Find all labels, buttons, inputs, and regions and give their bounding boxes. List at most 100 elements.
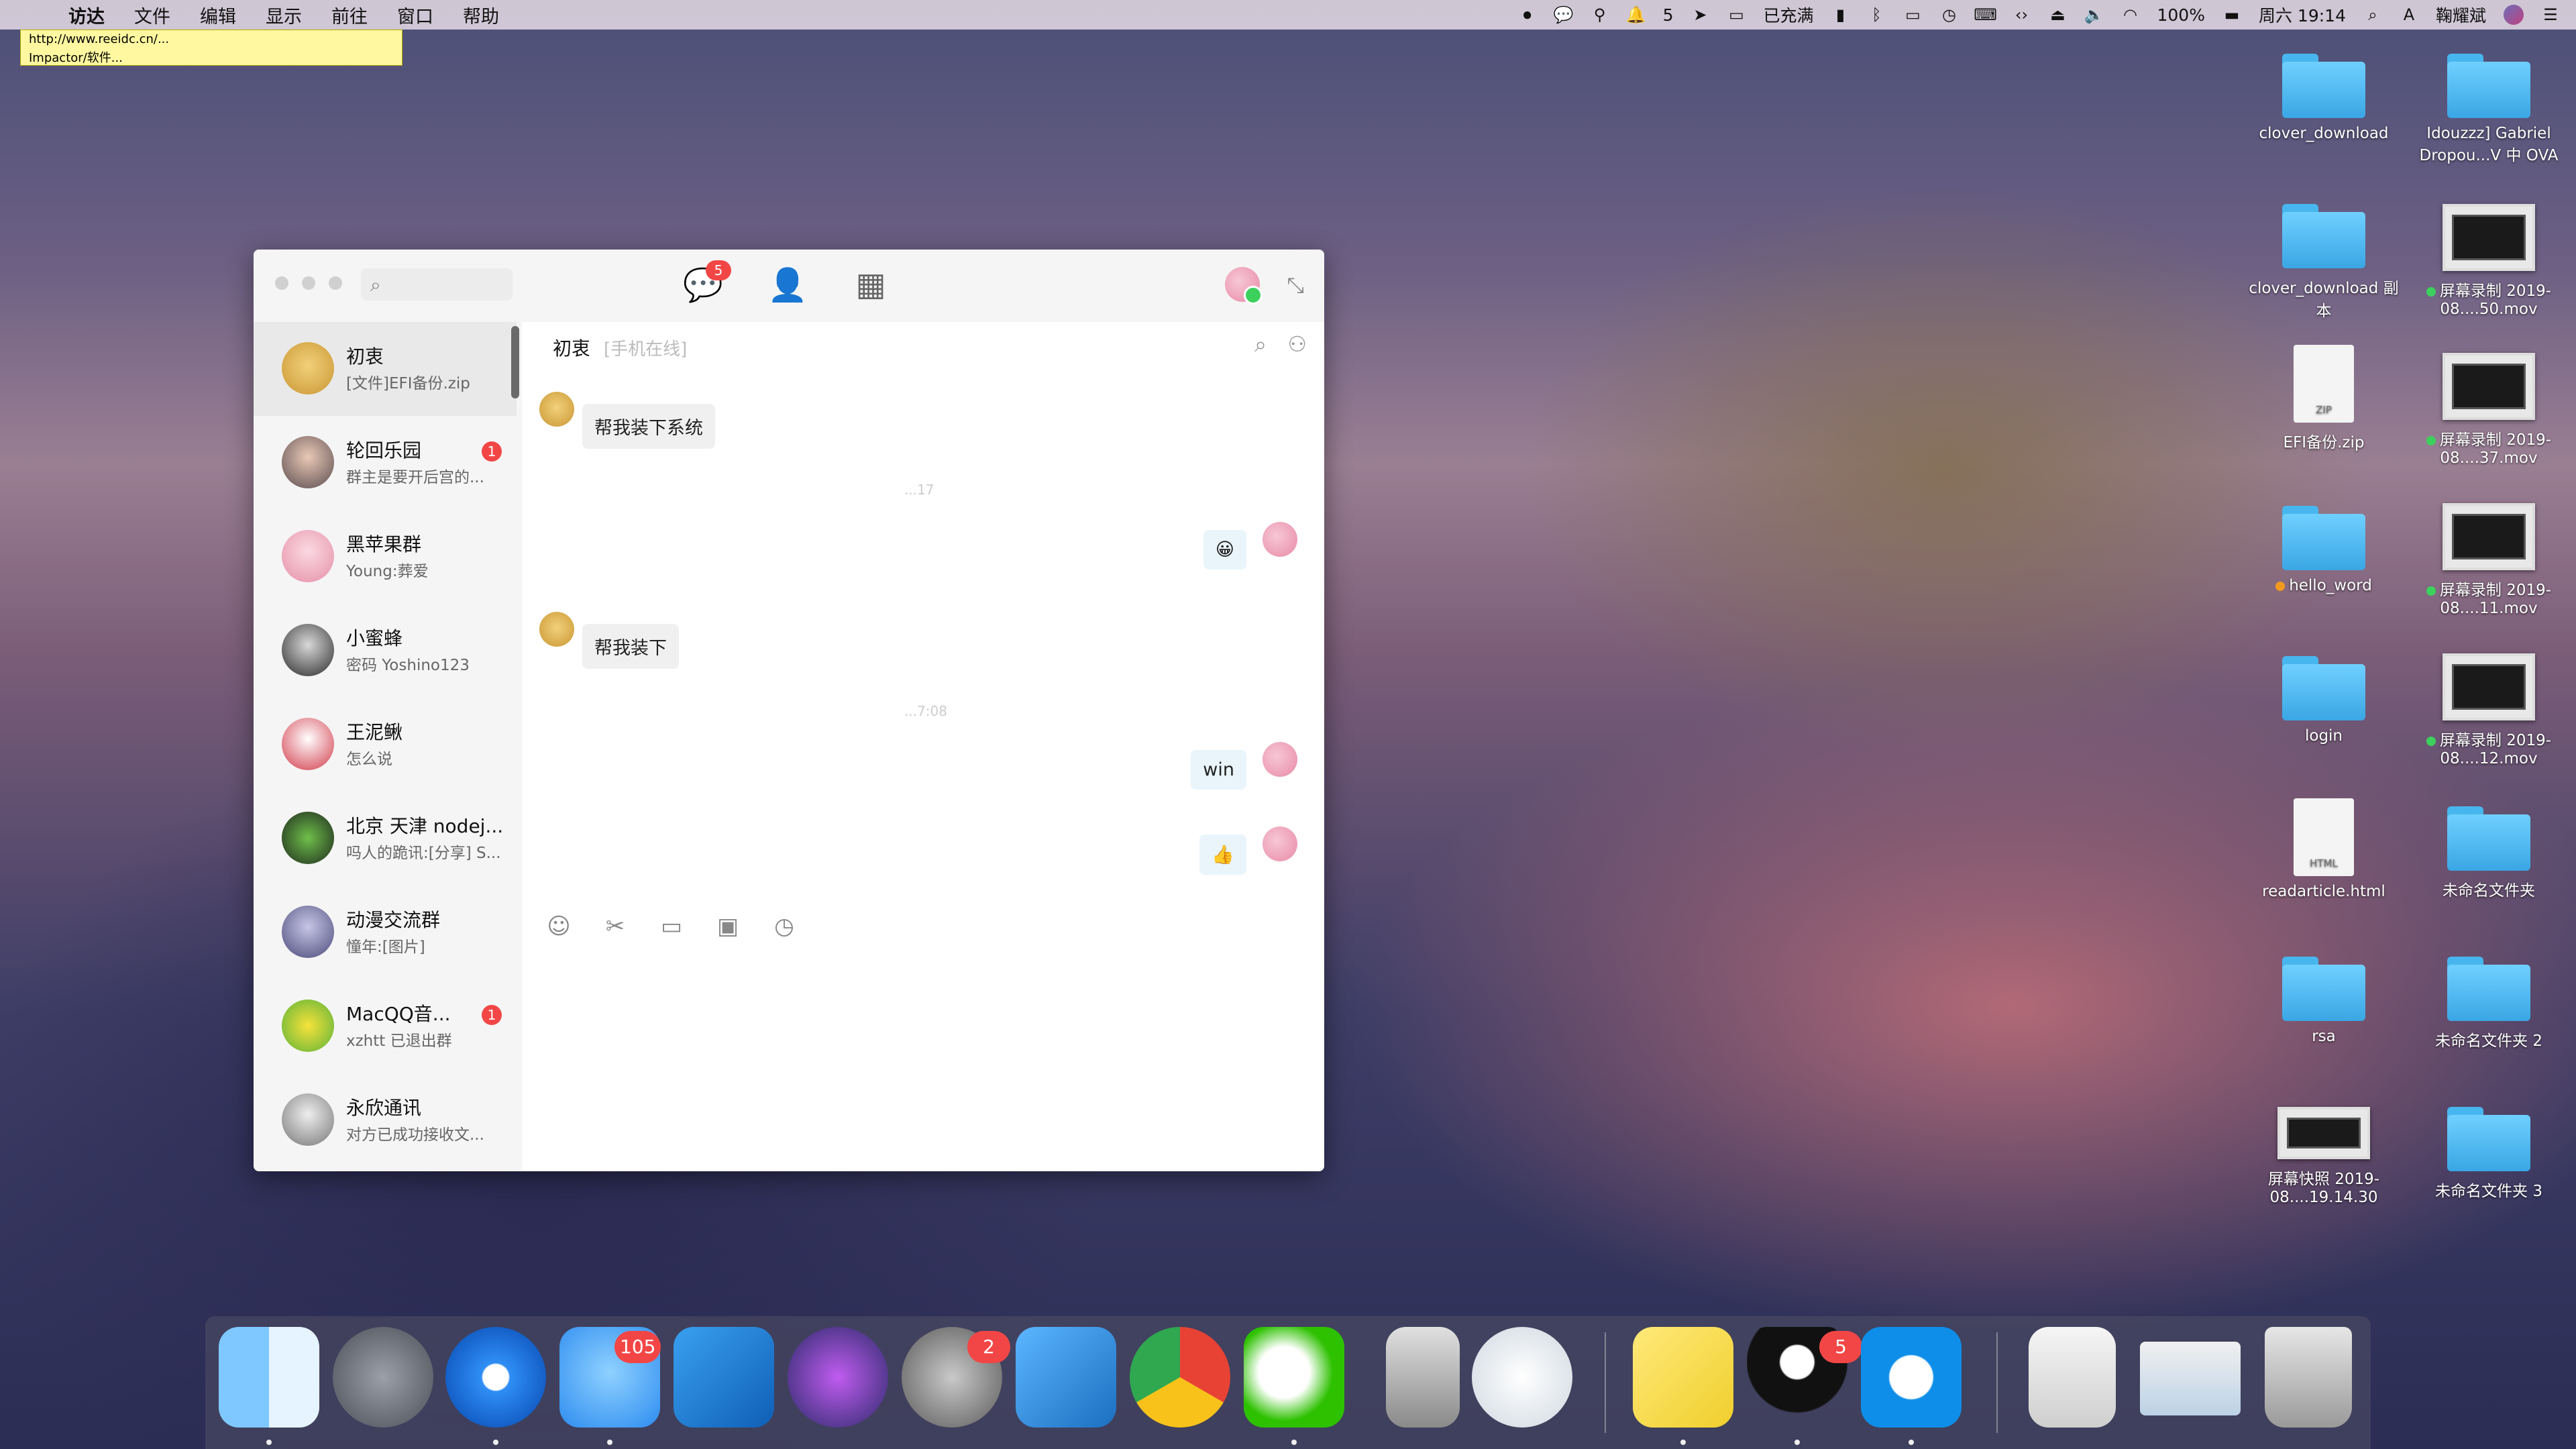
tab-messages[interactable]: 💬 5 (683, 260, 731, 305)
usb-icon[interactable]: ⚲ (1591, 5, 1609, 24)
chat-list-item[interactable]: 王泥鳅 怎么说 (254, 698, 517, 792)
current-user[interactable]: 鞠耀斌 (2436, 3, 2486, 27)
battery-mini-icon[interactable]: ▭ (1727, 5, 1746, 24)
menu-edit[interactable]: 编辑 (200, 2, 236, 28)
safari-icon[interactable] (445, 1327, 546, 1428)
chat-list-item[interactable]: 动漫交流群 憧年:[图片] (254, 885, 517, 979)
utility-app-icon[interactable] (1386, 1327, 1460, 1428)
qq-status-icon[interactable]: 🔔 (1626, 5, 1646, 24)
chat-list-item[interactable]: 永欣通讯 对方已成功接收文... (254, 1073, 517, 1167)
emoji-icon[interactable]: ☺ (545, 912, 573, 941)
clock[interactable]: 周六 19:14 (2259, 3, 2346, 27)
teamviewer-icon[interactable] (1861, 1327, 1962, 1428)
desktop-folder[interactable]: login (2243, 656, 2404, 745)
close-window-button[interactable] (275, 276, 288, 290)
vscode-icon[interactable] (674, 1327, 774, 1428)
desktop-movie[interactable]: 屏幕录制 2019-08....11.mov (2408, 503, 2569, 617)
trash-icon[interactable] (2265, 1327, 2352, 1428)
finder-icon[interactable] (219, 1327, 319, 1428)
apple-menu-icon[interactable] (25, 5, 46, 25)
chat-list-item[interactable]: 轮回乐园 群主是要开后宫的... 1 (254, 416, 517, 510)
airplay-icon[interactable]: ▭ (1904, 5, 1923, 24)
desktop-zip[interactable]: ZIP EFI备份.zip (2243, 345, 2404, 452)
chat-preview: 吗人的跪讯:[分享] S... (346, 845, 500, 862)
menu-window[interactable]: 窗口 (397, 2, 433, 28)
menu-finder[interactable]: 访达 (68, 2, 105, 28)
menu-help[interactable]: 帮助 (463, 2, 499, 28)
input-source-icon[interactable]: A (2400, 5, 2418, 24)
code-icon[interactable]: ‹› (2012, 5, 2031, 24)
my-avatar-small[interactable] (1263, 826, 1297, 861)
preview-window-icon[interactable] (2140, 1342, 2241, 1415)
docx-file-icon[interactable] (2029, 1327, 2116, 1428)
outgoing-message[interactable]: 👍 (1199, 835, 1246, 875)
my-avatar-small[interactable] (1263, 742, 1297, 777)
notification-center-icon[interactable]: ☰ (2541, 5, 2560, 24)
battery-icon[interactable]: ▬ (2222, 5, 2241, 24)
outgoing-message[interactable]: 😀 (1203, 530, 1246, 570)
avatar (282, 1000, 334, 1052)
contact-avatar[interactable] (539, 392, 574, 427)
desktop-folder[interactable]: hello_word (2243, 506, 2404, 594)
menu-view[interactable]: 显示 (266, 2, 302, 28)
wechat-icon[interactable] (1244, 1327, 1344, 1428)
desktop-folder[interactable]: 未命名文件夹 3 (2408, 1107, 2569, 1201)
time-machine-icon[interactable]: ◷ (1940, 5, 1959, 24)
tab-contacts[interactable]: 👤 (767, 264, 808, 305)
add-member-icon[interactable]: ⚇ (1287, 331, 1307, 357)
chat-history-icon[interactable]: ⌕ (1254, 331, 1267, 358)
incoming-message[interactable]: 帮我装下 (582, 624, 679, 669)
chrome-icon[interactable] (1130, 1327, 1230, 1428)
eject-icon[interactable]: ⏏ (2049, 5, 2068, 24)
monitor-icon[interactable]: ▮ (1831, 5, 1850, 24)
migration-assistant-icon[interactable] (1016, 1327, 1116, 1428)
my-avatar-small[interactable] (1263, 522, 1297, 557)
desktop-movie[interactable]: 屏幕录制 2019-08....50.mov (2408, 204, 2569, 318)
chat-list-scrollbar[interactable] (511, 326, 519, 398)
zoom-window-button[interactable] (329, 276, 342, 290)
desktop-folder[interactable]: clover_download 副本 (2243, 204, 2404, 321)
desktop-screenshot[interactable]: 屏幕快照 2019-08....19.14.30 (2243, 1107, 2404, 1206)
desktop-folder[interactable]: 未命名文件夹 2 (2408, 957, 2569, 1051)
desktop-folder[interactable]: rsa (2243, 957, 2404, 1045)
search-input[interactable]: ⌕ (361, 268, 513, 301)
tab-apps[interactable]: ▦ (851, 264, 891, 305)
bluetooth-icon[interactable]: ᛒ (1868, 5, 1886, 24)
wechat-status-icon[interactable]: 💬 (1554, 5, 1574, 24)
menu-go[interactable]: 前往 (331, 2, 368, 28)
desktop-movie[interactable]: 屏幕录制 2019-08....37.mov (2408, 353, 2569, 467)
contact-avatar[interactable] (539, 612, 574, 647)
desktop-html[interactable]: HTML readarticle.html (2243, 798, 2404, 900)
image-icon[interactable]: ▣ (714, 912, 742, 941)
chat-list-item[interactable]: 初衷 [文件]EFI备份.zip (254, 322, 517, 416)
send-file-icon[interactable]: ▭ (657, 912, 686, 941)
status-badge-count: 5 (1662, 5, 1674, 25)
desktop-movie[interactable]: 屏幕录制 2019-08....12.mov (2408, 653, 2569, 767)
spotlight-icon[interactable]: ⌕ (2363, 5, 2382, 24)
minimize-window-button[interactable] (302, 276, 315, 290)
send-icon[interactable]: ➤ (1690, 5, 1709, 24)
chat-list-item[interactable]: 北京 天津 nodej... 吗人的跪讯:[分享] S... (254, 792, 517, 885)
incoming-message[interactable]: 帮我装下系统 (582, 404, 715, 449)
outgoing-message[interactable]: win (1191, 750, 1246, 790)
keyboard-icon[interactable]: ⌨ (1974, 5, 1997, 24)
launchpad-icon[interactable] (333, 1327, 433, 1428)
wifi-icon[interactable]: ◠ (2121, 5, 2140, 24)
my-avatar[interactable] (1225, 267, 1263, 305)
chat-list-item[interactable]: MacQQ音... xzhtt 已退出群 1 (254, 979, 517, 1073)
desktop-folder[interactable]: Idouzzz] Gabriel Dropou...V 中 OVA (2408, 54, 2569, 165)
record-icon[interactable]: ⏺ (1518, 5, 1537, 24)
siri-dock-icon[interactable] (788, 1327, 888, 1428)
stickies-icon[interactable] (1633, 1327, 1733, 1428)
shrink-window-icon[interactable]: ⤡ (1287, 272, 1304, 299)
siri-icon[interactable] (2504, 5, 2524, 25)
desktop-folder[interactable]: clover_download (2243, 54, 2404, 142)
chat-list-item[interactable]: 小蜜蜂 密码 Yoshino123 (254, 604, 517, 698)
desktop-folder[interactable]: 未命名文件夹 (2408, 806, 2569, 900)
screenshot-scissors-icon[interactable]: ✂ (601, 912, 629, 941)
volume-icon[interactable]: 🔈 (2084, 5, 2104, 24)
sequel-pro-icon[interactable] (1472, 1327, 1572, 1428)
chat-list-item[interactable]: 黑苹果群 Young:葬爱 (254, 510, 517, 604)
menu-file[interactable]: 文件 (134, 2, 170, 28)
history-clock-icon[interactable]: ◷ (770, 912, 798, 941)
